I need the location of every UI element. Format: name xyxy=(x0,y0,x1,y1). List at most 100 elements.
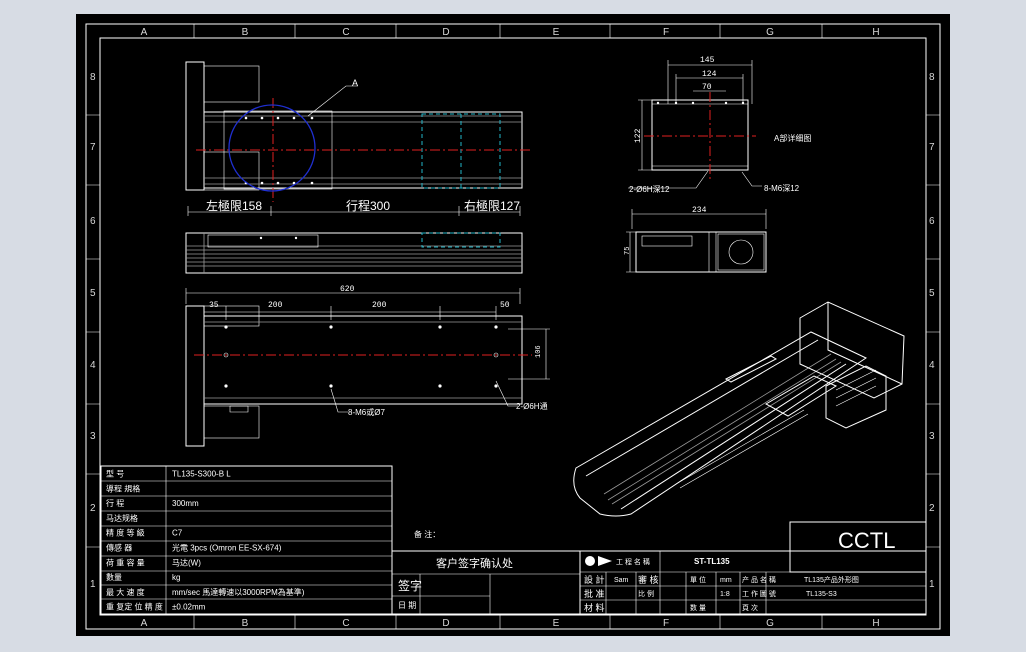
scale-value: 1:8 xyxy=(720,591,730,598)
zone-col-d-top: D xyxy=(442,27,449,38)
spec-value-2: 300mm xyxy=(172,499,199,508)
model-label: 工 程 名 稱 xyxy=(616,557,650,566)
confirm-block: 客户签字确认处 签字 日 期 xyxy=(391,550,581,615)
dim-122: 122 xyxy=(634,128,643,143)
bottom-view: 620 35 200 200 50 106 8-M6或Ø7 2-Ø6H通 xyxy=(185,285,550,447)
zone-row-6-left: 6 xyxy=(90,216,96,227)
spec-value-6: 马达(W) xyxy=(172,557,201,567)
check-label: 審 核 xyxy=(638,574,659,585)
page-label: 頁 次 xyxy=(742,603,758,612)
unit-value: mm xyxy=(720,577,732,584)
detail-label: A部详细图 xyxy=(774,133,811,143)
zone-row-7-left: 7 xyxy=(90,142,96,153)
zone-col-b-top: B xyxy=(242,27,249,38)
zone-col-g-bottom: G xyxy=(766,618,774,629)
dim-200-a: 200 xyxy=(268,301,283,310)
zone-col-e-bottom: E xyxy=(553,618,560,629)
dim-234: 234 xyxy=(692,206,707,215)
end-view: 145 124 70 122 A部详细图 2-Ø6H深12 8-M6深12 xyxy=(628,56,811,194)
zone-row-3-left: 3 xyxy=(90,431,96,442)
dim-200-b: 200 xyxy=(372,301,387,310)
drawing-sheet: A B C D E F G H A B C D E F G H 8 7 6 5 … xyxy=(76,14,950,636)
zone-row-8-right: 8 xyxy=(929,72,935,83)
top-view: A 左極限158 行程300 右極限127 xyxy=(185,61,530,216)
spec-value-7: kg xyxy=(172,573,180,582)
title-block: CCTL 工 程 名 稱 ST-TL135 設 計 Sam 審 核 單 位 mm… xyxy=(579,521,927,615)
spec-label-9: 重 复定 位 精 度 xyxy=(106,602,163,612)
product-name-value: TL135产品外形图 xyxy=(804,575,859,584)
dim-35: 35 xyxy=(209,301,219,310)
zone-col-g-top: G xyxy=(766,27,774,38)
zone-col-b-bottom: B xyxy=(242,618,249,629)
dim-50: 50 xyxy=(500,301,510,310)
zone-col-c-bottom: C xyxy=(342,618,349,629)
zone-col-a-top: A xyxy=(141,27,148,38)
unit-label: 單 位 xyxy=(690,575,706,584)
zone-row-4-right: 4 xyxy=(929,360,935,371)
confirm-date: 日 期 xyxy=(398,601,416,610)
zone-col-c-top: C xyxy=(342,27,349,38)
iso-view xyxy=(573,301,905,517)
spec-label-1: 導程 規格 xyxy=(106,483,140,493)
qty-label: 数 量 xyxy=(690,603,706,612)
zone-col-f-bottom: F xyxy=(663,618,669,629)
cad-drawing: A B C D E F G H A B C D E F G H 8 7 6 5 … xyxy=(85,23,941,630)
zone-row-2-right: 2 xyxy=(929,503,935,514)
spec-label-2: 行 程 xyxy=(106,498,124,508)
spec-label-6: 荷 重 容 量 xyxy=(106,557,145,567)
dim-124: 124 xyxy=(702,70,717,79)
drawn-value: Sam xyxy=(614,577,629,584)
spec-rows: 型 号 TL135-S300-B L 導程 規格行 程 300mm 马达规格精 度 等 … xyxy=(106,470,305,612)
zone-row-5-right: 5 xyxy=(929,288,935,299)
zone-row-5-left: 5 xyxy=(90,288,96,299)
product-label: 产 品 名 稱 xyxy=(742,575,776,584)
zone-row-7-right: 7 xyxy=(929,142,935,153)
confirm-title: 客户签字确认处 xyxy=(436,556,513,570)
callout-a: A xyxy=(352,78,358,88)
zone-row-8-left: 8 xyxy=(90,72,96,83)
model-value: ST-TL135 xyxy=(694,557,730,566)
side-view xyxy=(185,232,523,274)
spec-value-0: TL135-S300-B L xyxy=(172,470,231,479)
spec-value-9: ±0.02mm xyxy=(172,603,206,612)
spec-value-4: C7 xyxy=(172,529,183,538)
confirm-sign: 签字 xyxy=(398,578,422,593)
zone-col-d-bottom: D xyxy=(442,618,449,629)
drawing-value: TL135-S3 xyxy=(806,591,837,598)
zone-row-1-left: 1 xyxy=(90,579,96,590)
left-limit-dim: 左極限158 xyxy=(206,198,262,213)
note-holes: 8-M6或Ø7 xyxy=(348,407,385,417)
zone-col-a-bottom: A xyxy=(141,618,148,629)
dim-106: 106 xyxy=(535,345,543,358)
note-end-1: 2-Ø6H深12 xyxy=(629,185,670,194)
approve-label: 批 准 xyxy=(584,588,605,599)
drawn-label: 設 計 xyxy=(584,574,605,585)
zone-row-6-right: 6 xyxy=(929,216,935,227)
spec-label-4: 精 度 等 級 xyxy=(106,528,145,538)
material-label: 材 料 xyxy=(584,602,605,613)
zone-col-h-bottom: H xyxy=(872,618,879,629)
border-frame xyxy=(85,23,941,630)
spec-label-8: 最 大 速 度 xyxy=(106,587,145,597)
drawing-label: 工 作 圖 號 xyxy=(742,589,776,598)
right-limit-dim: 右極限127 xyxy=(464,198,520,213)
zone-col-e-top: E xyxy=(553,27,560,38)
zone-row-2-left: 2 xyxy=(90,503,96,514)
dim-75: 75 xyxy=(624,247,632,255)
spec-label-3: 马达规格 xyxy=(106,513,138,523)
scale-label: 比 例 xyxy=(638,589,654,598)
dim-145: 145 xyxy=(700,56,715,65)
zone-row-4-left: 4 xyxy=(90,360,96,371)
brand-logo-text: CCTL xyxy=(838,528,895,553)
stroke-dim: 行程300 xyxy=(346,198,390,213)
spec-label-7: 數量 xyxy=(106,572,122,582)
zone-col-h-top: H xyxy=(872,27,879,38)
note-end-2: 8-M6深12 xyxy=(764,184,800,193)
zone-col-f-top: F xyxy=(663,27,669,38)
spec-label-5: 傳感 器 xyxy=(106,543,132,553)
spec-value-8: mm/sec 馬達轉速以3000RPM為基準) xyxy=(172,587,305,597)
motor-view: 234 75 xyxy=(624,206,767,273)
zone-marks: A B C D E F G H A B C D E F G H 8 7 6 5 … xyxy=(86,24,940,629)
dim-total: 620 xyxy=(340,285,355,294)
zone-row-3-right: 3 xyxy=(929,431,935,442)
